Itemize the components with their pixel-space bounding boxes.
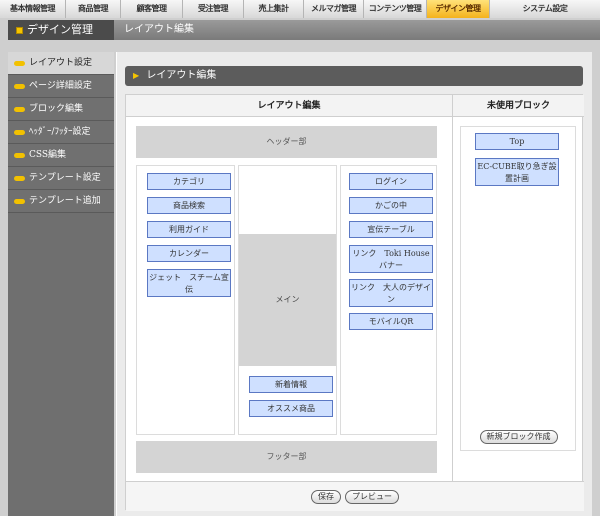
layout-frame: レイアウト編集 未使用ブロック ヘッダー部 カテゴリ 商品検索 利用ガイド カレ…: [125, 94, 584, 511]
block-link-toki-house[interactable]: リンク Toki House バナー: [349, 245, 433, 273]
center-column[interactable]: メイン 新着情報 オススメ商品: [238, 165, 337, 435]
new-block-wrap: 新規ブロック作成: [453, 430, 584, 444]
block-category[interactable]: カテゴリ: [147, 173, 231, 190]
block-calendar[interactable]: カレンダー: [147, 245, 231, 262]
new-block-button[interactable]: 新規ブロック作成: [479, 430, 558, 444]
pill-bullet-icon: [14, 106, 25, 112]
block-ad-table[interactable]: 宣伝テーブル: [349, 221, 433, 238]
tab-design[interactable]: デザイン管理: [427, 0, 490, 18]
tab-contents[interactable]: コンテンツ管理: [364, 0, 427, 18]
sidebar-item-template-add[interactable]: テンプレート追加: [8, 190, 114, 213]
tab-system[interactable]: システム設定: [490, 0, 600, 18]
section-title-box: デザイン管理: [8, 20, 114, 40]
page-title: レイアウト編集: [114, 20, 600, 40]
section-bar: ▶ レイアウト編集: [125, 66, 583, 86]
sidebar-item-layout-settings[interactable]: レイアウト設定: [8, 52, 114, 75]
top-nav: 基本情報管理 商品管理 顧客管理 受注管理 売上集計 メルマガ管理 コンテンツ管…: [0, 0, 600, 18]
pill-bullet-icon: [14, 198, 25, 204]
block-jet-steam-ad[interactable]: ジェット スチーム宣伝: [147, 269, 231, 297]
section-bar-title: レイアウト編集: [146, 70, 217, 81]
block-cart[interactable]: かごの中: [349, 197, 433, 214]
right-column[interactable]: ログイン かごの中 宣伝テーブル リンク Toki House バナー リンク …: [340, 165, 437, 435]
layout-edit-header: レイアウト編集: [126, 95, 452, 117]
sidebar-item-label: テンプレート設定: [29, 172, 101, 183]
sidebar-item-label: ページ詳細設定: [29, 80, 92, 91]
block-ec-cube-plan[interactable]: EC-CUBE取り急ぎ設置計画: [475, 158, 559, 186]
pill-bullet-icon: [14, 83, 25, 89]
unused-blocks-header: 未使用ブロック: [453, 95, 584, 117]
action-bar: 保存 プレビュー: [126, 481, 584, 511]
sidebar-item-header-footer[interactable]: ﾍｯﾀﾞｰ/ﾌｯﾀｰ設定: [8, 121, 114, 144]
block-mobile-qr[interactable]: モバイルQR: [349, 313, 433, 330]
left-column[interactable]: カテゴリ 商品検索 利用ガイド カレンダー ジェット スチーム宣伝: [136, 165, 235, 435]
sidebar: レイアウト設定 ページ詳細設定 ブロック編集 ﾍｯﾀﾞｰ/ﾌｯﾀｰ設定 CSS編…: [8, 52, 114, 516]
square-bullet-icon: [16, 26, 23, 34]
block-top[interactable]: Top: [475, 133, 559, 150]
arrow-right-icon: ▶: [133, 71, 140, 80]
header-area[interactable]: ヘッダー部: [136, 126, 437, 158]
column-divider: [452, 95, 453, 481]
sidebar-item-label: ブロック編集: [29, 103, 84, 114]
tab-sales[interactable]: 売上集計: [244, 0, 304, 18]
block-link-adult-design[interactable]: リンク 大人のデザイン: [349, 279, 433, 307]
tab-mail-magazine[interactable]: メルマガ管理: [304, 0, 364, 18]
block-guide[interactable]: 利用ガイド: [147, 221, 231, 238]
tab-customers[interactable]: 顧客管理: [121, 0, 183, 18]
section-title: デザイン管理: [27, 23, 93, 36]
block-recommended[interactable]: オススメ商品: [249, 400, 333, 417]
save-button[interactable]: 保存: [311, 489, 341, 504]
block-new-arrivals[interactable]: 新着情報: [249, 376, 333, 393]
main-content: ▶ レイアウト編集 レイアウト編集 未使用ブロック ヘッダー部 カテゴリ 商品検…: [116, 52, 592, 516]
footer-area[interactable]: フッター部: [136, 441, 437, 473]
sidebar-item-template-settings[interactable]: テンプレート設定: [8, 167, 114, 190]
main-area: メイン: [239, 234, 336, 366]
sidebar-item-page-detail[interactable]: ページ詳細設定: [8, 75, 114, 98]
sidebar-item-label: ﾍｯﾀﾞｰ/ﾌｯﾀｰ設定: [29, 126, 91, 137]
header-band: デザイン管理 レイアウト編集: [8, 20, 600, 40]
pill-bullet-icon: [14, 129, 25, 135]
pill-bullet-icon: [14, 152, 25, 158]
pill-bullet-icon: [14, 175, 25, 181]
block-product-search[interactable]: 商品検索: [147, 197, 231, 214]
sidebar-item-label: レイアウト設定: [29, 57, 93, 68]
preview-button[interactable]: プレビュー: [345, 489, 399, 504]
block-login[interactable]: ログイン: [349, 173, 433, 190]
sidebar-item-block-edit[interactable]: ブロック編集: [8, 98, 114, 121]
sidebar-item-label: テンプレート追加: [29, 195, 101, 206]
pill-bullet-icon: [14, 60, 25, 66]
tab-orders[interactable]: 受注管理: [183, 0, 244, 18]
tab-products[interactable]: 商品管理: [66, 0, 121, 18]
sidebar-item-label: CSS編集: [29, 149, 67, 160]
tab-basic-info[interactable]: 基本情報管理: [0, 0, 66, 18]
sidebar-item-css-edit[interactable]: CSS編集: [8, 144, 114, 167]
unused-blocks-column[interactable]: Top EC-CUBE取り急ぎ設置計画: [460, 126, 576, 451]
